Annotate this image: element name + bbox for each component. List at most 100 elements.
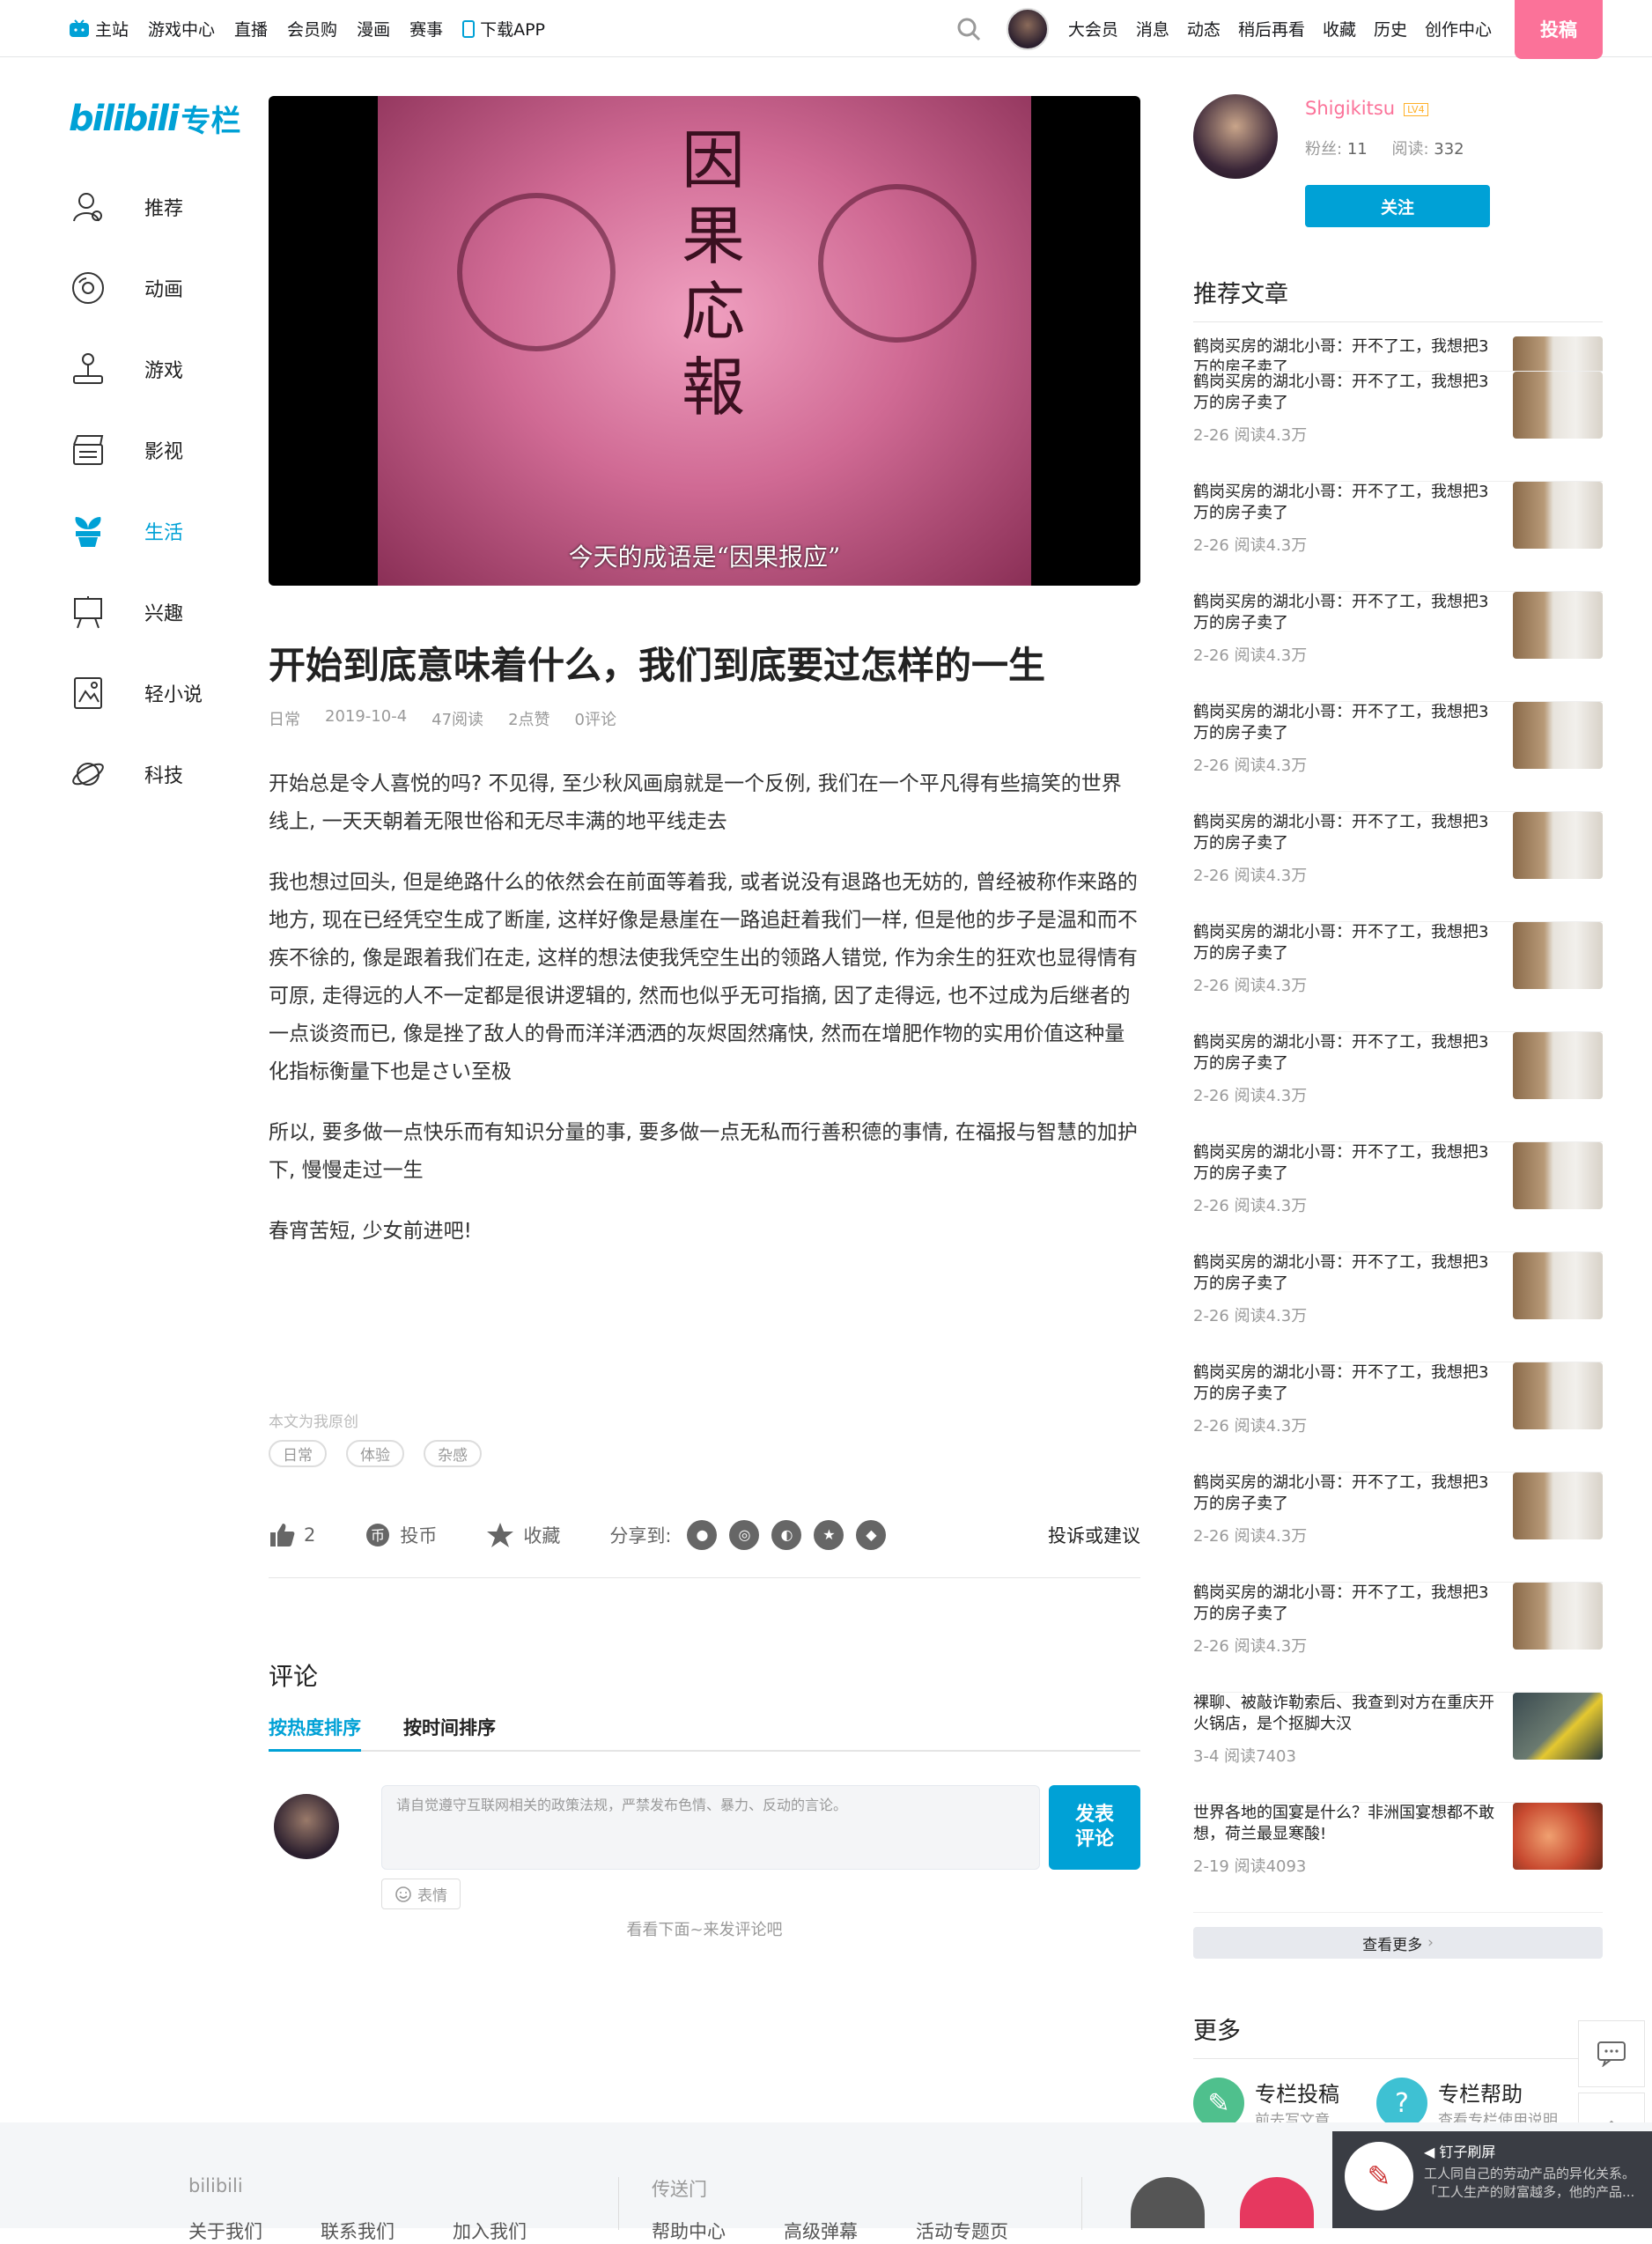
recommend-item[interactable]: 鹤岗买房的湖北小哥：开不了工，我想把3万的房子卖了2-26 阅读4.3万 xyxy=(1193,1032,1603,1142)
like-button[interactable]: 2 xyxy=(269,1522,315,1548)
reads-count: 332 xyxy=(1434,140,1464,159)
nav-esports[interactable]: 赛事 xyxy=(409,17,443,41)
sidebar-item-light-novel[interactable]: 轻小说 xyxy=(69,653,245,734)
emoji-label: 表情 xyxy=(417,1887,447,1906)
nav-live[interactable]: 直播 xyxy=(234,17,268,41)
notification-body: 工人同自己的劳动产品的异化关系。 「工人生产的财富越多，他的产品... xyxy=(1424,2165,1648,2202)
share-dynamic-icon[interactable]: ● xyxy=(687,1519,718,1550)
tag[interactable]: 日常 xyxy=(269,1440,327,1468)
article-main: 因果応報 今天的成语是“因果报应” 开始到底意味着什么，我们到底要过怎样的一生 … xyxy=(269,96,1140,1940)
upload-button[interactable]: 投稿 xyxy=(1515,0,1603,59)
view-more-button[interactable]: 查看更多 › xyxy=(1193,1927,1603,1959)
share-weibo-icon[interactable]: ◎ xyxy=(729,1519,760,1550)
recommend-item[interactable]: 鹤岗买房的湖北小哥：开不了工，我想把3万的房子卖了2-26 阅读4.3万 xyxy=(1193,336,1603,372)
recommend-item[interactable]: 世界各地的国宴是什么？非洲国宴想都不敢想，荷兰最显寒酸! 2-19 阅读4093 xyxy=(1193,1803,1603,1913)
sidebar-item-anime[interactable]: 动画 xyxy=(69,247,245,328)
nav-favorites[interactable]: 收藏 xyxy=(1323,17,1356,41)
user-avatar[interactable] xyxy=(1006,7,1049,50)
send-comment-button[interactable]: 发表评论 xyxy=(1049,1785,1140,1871)
nav-mall[interactable]: 会员购 xyxy=(287,17,337,41)
paragraph: 我也想过回头, 但是绝路什么的依然会在前面等着我, 或者说没有退路也无妨的, 曾… xyxy=(269,871,1138,1084)
recommend-item[interactable]: 鹤岗买房的湖北小哥：开不了工，我想把3万的房子卖了2-26 阅读4.3万 xyxy=(1193,1583,1603,1693)
tab-sort-hot[interactable]: 按热度排序 xyxy=(269,1714,361,1753)
sidebar-item-label: 动画 xyxy=(144,279,184,301)
tab-sort-time[interactable]: 按时间排序 xyxy=(403,1714,496,1750)
paragraph: 春宵苦短, 少女前进吧! xyxy=(269,1220,472,1244)
notification-toast[interactable]: ✎ ◀ 钉子刷屏 工人同自己的劳动产品的异化关系。 「工人生产的财富越多，他的产… xyxy=(1332,2131,1652,2228)
sidebar-item-recommend[interactable]: 推荐 xyxy=(69,166,245,247)
sidebar-item-label: 生活 xyxy=(144,522,184,544)
sidebar-item-label: 兴趣 xyxy=(144,603,184,625)
recommend-item-title: 鹤岗买房的湖北小哥：开不了工，我想把3万的房子卖了 xyxy=(1193,703,1489,742)
recommend-item[interactable]: 鹤岗买房的湖北小哥：开不了工，我想把3万的房子卖了2-26 阅读4.3万 xyxy=(1193,592,1603,702)
recommend-item[interactable]: 鹤岗买房的湖北小哥：开不了工，我想把3万的房子卖了2-26 阅读4.3万 xyxy=(1193,1142,1603,1252)
sidebar-item-tech[interactable]: 科技 xyxy=(69,734,245,815)
report-link[interactable]: 投诉或建议 xyxy=(1048,1522,1140,1548)
recommend-item-meta: 2-26 阅读4.3万 xyxy=(1193,1307,1308,1325)
nav-home[interactable]: 主站 xyxy=(69,17,129,41)
recommend-item[interactable]: 鹤岗买房的湖北小哥：开不了工，我想把3万的房子卖了2-26 阅读4.3万 xyxy=(1193,812,1603,922)
share-group: 分享到: ● ◎ ◐ ★ ◆ xyxy=(609,1519,887,1550)
sidebar-item-label: 轻小说 xyxy=(144,684,203,706)
tag-list: 日常 体验 杂感 xyxy=(269,1440,1140,1468)
emoji-button[interactable]: 表情 xyxy=(381,1879,461,1910)
recommend-item[interactable]: 鹤岗买房的湖北小哥：开不了工，我想把3万的房子卖了2-26 阅读4.3万 xyxy=(1193,1252,1603,1362)
tag[interactable]: 杂感 xyxy=(424,1440,482,1468)
nav-download-app[interactable]: 下载APP xyxy=(462,17,545,41)
logo-column: 专栏 xyxy=(181,104,241,139)
comment-sort-tabs: 按热度排序 按时间排序 xyxy=(269,1714,1140,1753)
nav-messages[interactable]: 消息 xyxy=(1136,17,1169,41)
author-avatar[interactable] xyxy=(1193,94,1278,179)
footer-link[interactable]: 联系我们 xyxy=(321,2218,395,2244)
author-name[interactable]: Shigikitsu xyxy=(1305,98,1395,119)
recommend-item[interactable]: 鹤岗买房的湖北小哥：开不了工，我想把3万的房子卖了2-26 阅读4.3万 xyxy=(1193,372,1603,482)
comment-input[interactable]: 请自觉遵守互联网相关的政策法规，严禁发布色情、暴力、反动的言论。 xyxy=(381,1785,1040,1871)
share-qq-icon[interactable]: ◆ xyxy=(856,1519,887,1550)
user-icon xyxy=(69,188,107,226)
nav-history[interactable]: 历史 xyxy=(1374,17,1407,41)
footer-link[interactable]: 活动专题页 xyxy=(916,2218,1008,2244)
recommend-item[interactable]: 鹤岗买房的湖北小哥：开不了工，我想把3万的房子卖了2-26 阅读4.3万 xyxy=(1193,482,1603,592)
recommend-item[interactable]: 鹤岗买房的湖北小哥：开不了工，我想把3万的房子卖了2-26 阅读4.3万 xyxy=(1193,1362,1603,1473)
sidebar-item-life[interactable]: 生活 xyxy=(69,491,245,572)
article-comments: 0评论 xyxy=(574,711,616,730)
sidebar-item-interest[interactable]: 兴趣 xyxy=(69,572,245,653)
recommend-item[interactable]: 鹤岗买房的湖北小哥：开不了工，我想把3万的房子卖了2-26 阅读4.3万 xyxy=(1193,1473,1603,1583)
footer-col-portal: 传送门 xyxy=(652,2179,707,2200)
nav-right: 大会员 消息 动态 稍后再看 收藏 历史 创作中心 投稿 xyxy=(955,0,1652,59)
sidebar-item-label: 科技 xyxy=(144,765,184,787)
column-logo[interactable]: bilibili 专栏 xyxy=(69,97,245,140)
share-wechat-icon[interactable]: ◐ xyxy=(771,1519,802,1550)
favorite-button[interactable]: 收藏 xyxy=(486,1521,560,1549)
sidebar-item-game[interactable]: 游戏 xyxy=(69,328,245,410)
notification-title: ◀ 钉子刷屏 xyxy=(1424,2140,1495,2161)
author-stats: 粉丝: 11 阅读: 332 xyxy=(1305,137,1464,159)
submit-article-link[interactable]: ✎ 专栏投稿 前去写文章 xyxy=(1193,2077,1339,2130)
nav-watch-later[interactable]: 稍后再看 xyxy=(1238,17,1305,41)
send-comment-label: 发表评论 xyxy=(1074,1804,1114,1851)
article-category[interactable]: 日常 xyxy=(269,707,300,730)
recommend-item-title: 鹤岗买房的湖北小哥：开不了工，我想把3万的房子卖了 xyxy=(1193,813,1489,853)
nav-manga[interactable]: 漫画 xyxy=(357,17,390,41)
footer-link[interactable]: 加入我们 xyxy=(453,2218,527,2244)
coin-label: 投币 xyxy=(400,1524,438,1546)
footer-link[interactable]: 关于我们 xyxy=(188,2218,262,2244)
search-icon[interactable] xyxy=(955,16,982,42)
recommend-item[interactable]: 鹤岗买房的湖北小哥：开不了工，我想把3万的房子卖了2-26 阅读4.3万 xyxy=(1193,922,1603,1032)
footer-link[interactable]: 高级弹幕 xyxy=(784,2218,858,2244)
follow-button[interactable]: 关注 xyxy=(1305,185,1490,227)
coin-button[interactable]: 币 投币 xyxy=(365,1522,437,1548)
share-qzone-icon[interactable]: ★ xyxy=(814,1519,844,1550)
recommend-item-thumbnail xyxy=(1513,1032,1603,1099)
sidebar-item-film[interactable]: 影视 xyxy=(69,410,245,491)
nav-dynamics[interactable]: 动态 xyxy=(1187,17,1221,41)
recommend-item[interactable]: 鹤岗买房的湖北小哥：开不了工，我想把3万的房子卖了2-26 阅读4.3万 xyxy=(1193,702,1603,812)
tag[interactable]: 体验 xyxy=(346,1440,404,1468)
footer-link[interactable]: 帮助中心 xyxy=(652,2218,726,2244)
recommend-item[interactable]: 裸聊、被敲诈勒索后、我查到对方在重庆开火锅店，是个抠脚大汉 3-4 阅读7403 xyxy=(1193,1693,1603,1803)
nav-vip[interactable]: 大会员 xyxy=(1068,17,1118,41)
nav-game-center[interactable]: 游戏中心 xyxy=(148,17,215,41)
column-help-link[interactable]: ? 专栏帮助 查看专栏使用说明 xyxy=(1376,2077,1558,2130)
comment-float-button[interactable] xyxy=(1578,2020,1645,2087)
nav-creator-center[interactable]: 创作中心 xyxy=(1425,17,1492,41)
